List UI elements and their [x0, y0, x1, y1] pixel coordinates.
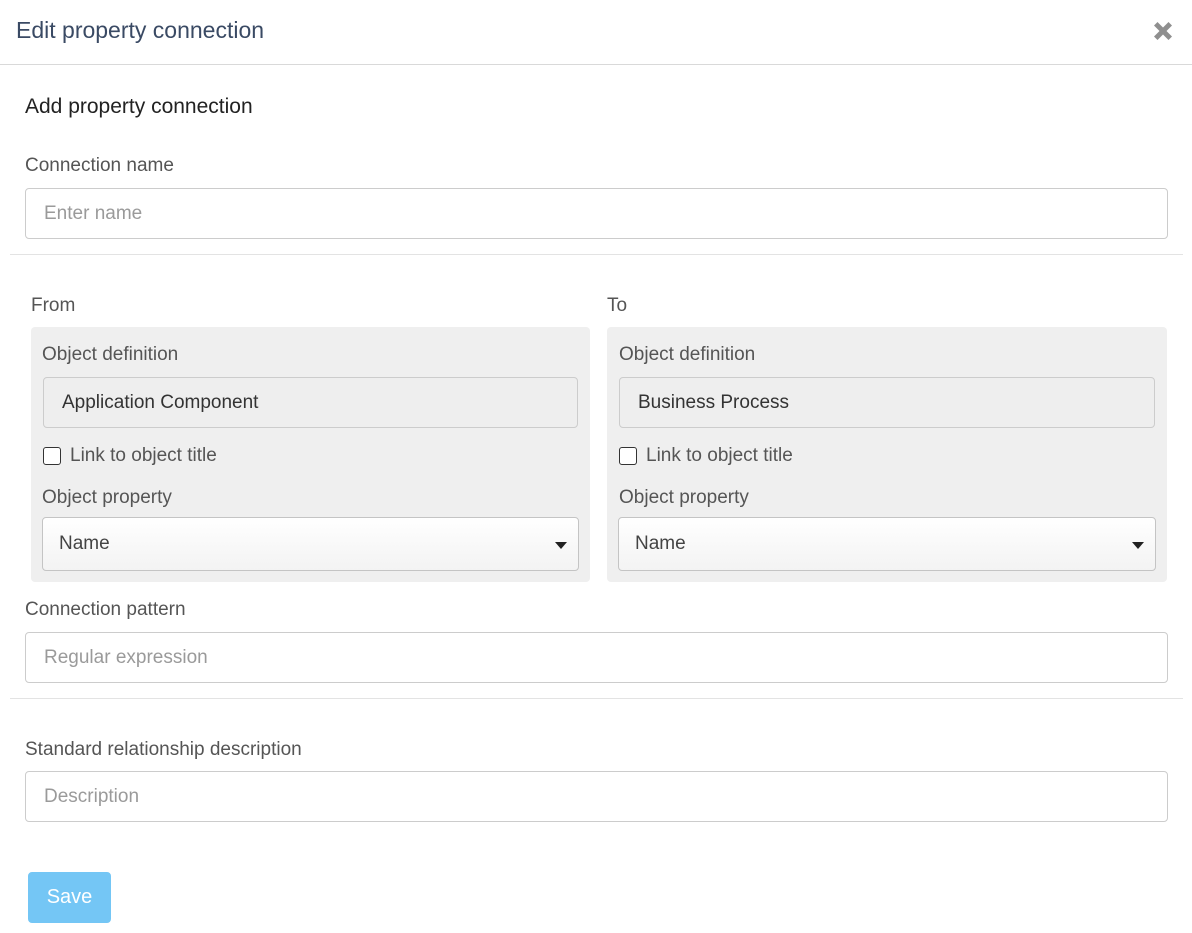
divider [10, 698, 1183, 699]
connection-pattern-label: Connection pattern [25, 599, 186, 620]
from-link-to-title-label: Link to object title [70, 445, 217, 466]
divider [10, 254, 1183, 255]
connection-pattern-input[interactable] [25, 632, 1168, 683]
connection-name-input[interactable] [25, 188, 1168, 239]
from-link-to-title-checkbox-row[interactable]: Link to object title [43, 445, 217, 467]
connection-name-label: Connection name [25, 155, 174, 176]
to-link-to-title-label: Link to object title [646, 445, 793, 466]
close-button[interactable] [1148, 16, 1178, 46]
close-icon [1154, 22, 1172, 40]
section-title: Add property connection [25, 95, 253, 118]
from-object-definition-value: Application Component [62, 391, 259, 413]
from-object-property-select[interactable]: Name [42, 517, 579, 571]
to-object-property-value: Name [635, 533, 686, 554]
to-link-to-title-checkbox-row[interactable]: Link to object title [619, 445, 793, 467]
from-link-to-title-checkbox[interactable] [43, 447, 61, 465]
from-object-property-value: Name [59, 533, 110, 554]
from-object-property-label: Object property [42, 487, 172, 508]
relationship-description-input[interactable] [25, 771, 1168, 822]
dialog-header: Edit property connection [0, 0, 1192, 65]
from-panel: Object definition Application Component … [31, 327, 590, 582]
from-object-definition-label: Object definition [42, 344, 179, 365]
to-object-definition-label: Object definition [619, 344, 756, 365]
dialog-title: Edit property connection [16, 17, 265, 43]
to-object-definition-value: Business Process [638, 391, 790, 413]
from-object-definition-field: Application Component [43, 377, 578, 428]
to-object-property-label: Object property [619, 487, 749, 508]
to-object-property-select[interactable]: Name [618, 517, 1156, 571]
to-link-to-title-checkbox[interactable] [619, 447, 637, 465]
from-heading: From [31, 295, 76, 316]
relationship-description-label: Standard relationship description [25, 739, 302, 760]
caret-down-icon [1132, 542, 1144, 549]
to-object-definition-field: Business Process [619, 377, 1155, 428]
to-panel: Object definition Business Process Link … [607, 327, 1167, 582]
to-heading: To [607, 295, 628, 316]
caret-down-icon [555, 542, 567, 549]
save-button[interactable]: Save [28, 872, 111, 923]
